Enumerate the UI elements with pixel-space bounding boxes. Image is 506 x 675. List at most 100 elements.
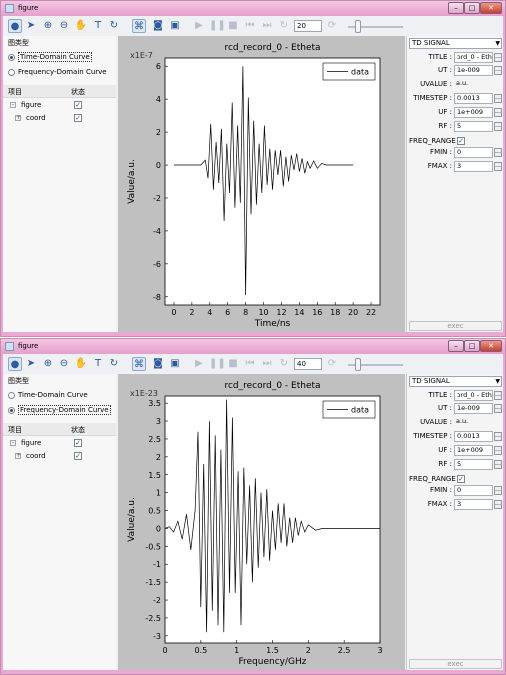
stop-icon[interactable]: ■ [226, 19, 240, 33]
redo-icon[interactable]: ⟳ [325, 357, 339, 371]
rotate-icon[interactable]: ↻ [107, 19, 121, 33]
title-bar[interactable]: figure – □ ✕ [1, 1, 505, 16]
rotate-icon[interactable]: ↻ [107, 357, 121, 371]
property-value[interactable]: 0 [454, 485, 493, 496]
tree-checkbox[interactable]: ✓ [74, 439, 82, 447]
tree-row-coord[interactable]: + coord ✓ [3, 112, 116, 125]
property-value[interactable]: 1e-009 [454, 403, 493, 414]
property-value[interactable]: 0.0013 [454, 93, 493, 104]
tree-row-coord[interactable]: + coord ✓ [3, 450, 116, 463]
last-frame-icon[interactable]: ⏭ [260, 19, 274, 33]
pointer-icon[interactable]: ➤ [24, 19, 38, 33]
first-frame-icon[interactable]: ⏮ [243, 19, 257, 33]
ellipsis-button[interactable]: … [494, 460, 502, 469]
network-icon[interactable]: ⌘ [132, 19, 146, 33]
ellipsis-button[interactable]: … [494, 53, 502, 62]
ellipsis-button[interactable]: … [494, 446, 502, 455]
freq-range-row[interactable]: FREQ_RANGE ✓ [409, 135, 504, 147]
maximize-button[interactable]: □ [464, 2, 480, 14]
tree-checkbox[interactable]: ✓ [74, 452, 82, 460]
save-icon[interactable]: ▣ [168, 19, 182, 33]
pan-hand-icon[interactable]: ✋ [74, 357, 88, 371]
signal-type-select[interactable]: TD SIGNAL ▼ [409, 38, 502, 49]
redo-icon[interactable]: ⟳ [325, 19, 339, 33]
tree-row-figure[interactable]: – figure ✓ [3, 99, 116, 112]
zoom-in-icon[interactable]: ⊕ [41, 357, 55, 371]
text-tool-icon[interactable]: T [91, 357, 105, 371]
expand-icon[interactable]: + [15, 453, 21, 459]
ellipsis-button[interactable]: … [494, 432, 502, 441]
radio-dot[interactable] [8, 69, 15, 76]
ellipsis-button[interactable]: … [494, 404, 502, 413]
property-value[interactable]: 5 [454, 121, 493, 132]
refresh-icon[interactable]: ↻ [277, 357, 291, 371]
network-icon[interactable]: ⌘ [132, 357, 146, 371]
zoom-in-icon[interactable]: ⊕ [41, 19, 55, 33]
zoom-out-icon[interactable]: ⊖ [57, 357, 71, 371]
zoom-input[interactable]: 40 [294, 358, 322, 370]
tree-checkbox[interactable]: ✓ [74, 114, 82, 122]
ellipsis-button[interactable]: … [494, 486, 502, 495]
maximize-button[interactable]: □ [464, 340, 480, 352]
property-value[interactable]: ɔrd_0 - Etheta [454, 52, 493, 63]
title-bar[interactable]: figure – □ ✕ [1, 339, 505, 354]
text-tool-icon[interactable]: T [91, 19, 105, 33]
camera-icon[interactable]: ◙ [151, 357, 165, 371]
slider-thumb[interactable] [355, 358, 361, 371]
save-icon[interactable]: ▣ [168, 357, 182, 371]
play-icon[interactable]: ▶ [192, 19, 206, 33]
property-value[interactable]: 1e+009 [454, 445, 493, 456]
pause-icon[interactable]: ❚❚ [209, 357, 226, 371]
zoom-out-icon[interactable]: ⊖ [57, 19, 71, 33]
property-value[interactable]: 3 [454, 161, 493, 172]
first-frame-icon[interactable]: ⏮ [243, 357, 257, 371]
radio-time-domain[interactable]: Time-Domain Curve [8, 52, 116, 64]
pause-icon[interactable]: ❚❚ [209, 19, 226, 33]
last-frame-icon[interactable]: ⏭ [260, 357, 274, 371]
property-value[interactable]: ɔrd_0 - Etheta [454, 390, 493, 401]
refresh-icon[interactable]: ↻ [277, 19, 291, 33]
radio-dot[interactable] [8, 392, 15, 399]
expand-icon[interactable]: + [15, 115, 21, 121]
close-button[interactable]: ✕ [480, 340, 502, 352]
property-value[interactable]: 1e+009 [454, 107, 493, 118]
minimize-button[interactable]: – [448, 340, 464, 352]
slider-thumb[interactable] [355, 20, 361, 33]
mouse-icon[interactable]: ● [8, 19, 22, 33]
ellipsis-button[interactable]: … [494, 122, 502, 131]
camera-icon[interactable]: ◙ [151, 19, 165, 33]
close-button[interactable]: ✕ [480, 2, 502, 14]
property-value[interactable]: a.u. [454, 79, 493, 90]
pointer-icon[interactable]: ➤ [24, 357, 38, 371]
signal-type-select[interactable]: TD SIGNAL ▼ [409, 376, 502, 387]
freq-range-checkbox[interactable]: ✓ [457, 137, 465, 145]
exec-button[interactable]: exec [409, 321, 502, 331]
exec-button[interactable]: exec [409, 659, 502, 669]
ellipsis-button[interactable]: … [494, 391, 502, 400]
radio-time-domain[interactable]: Time-Domain Curve [8, 390, 116, 402]
ellipsis-button[interactable]: … [494, 108, 502, 117]
ellipsis-button[interactable]: … [494, 94, 502, 103]
minimize-button[interactable]: – [448, 2, 464, 14]
ellipsis-button[interactable]: … [494, 66, 502, 75]
radio-dot[interactable] [8, 54, 15, 61]
freq-range-row[interactable]: FREQ_RANGE ✓ [409, 473, 504, 485]
property-value[interactable]: 3 [454, 499, 493, 510]
property-value[interactable]: 0.0013 [454, 431, 493, 442]
ellipsis-button[interactable]: … [494, 162, 502, 171]
ellipsis-button[interactable]: … [494, 500, 502, 509]
radio-frequency-domain[interactable]: Frequency-Domain Curve [8, 405, 116, 417]
property-value[interactable]: a.u. [454, 417, 493, 428]
stop-icon[interactable]: ■ [226, 357, 240, 371]
tree-checkbox[interactable]: ✓ [74, 101, 82, 109]
ellipsis-button[interactable]: … [494, 148, 502, 157]
freq-range-checkbox[interactable]: ✓ [457, 475, 465, 483]
property-value[interactable]: 0 [454, 147, 493, 158]
radio-dot[interactable] [8, 407, 15, 414]
zoom-input[interactable]: 20 [294, 20, 322, 32]
mouse-icon[interactable]: ● [8, 357, 22, 371]
collapse-icon[interactable]: – [10, 102, 16, 108]
play-icon[interactable]: ▶ [192, 357, 206, 371]
collapse-icon[interactable]: – [10, 440, 16, 446]
pan-hand-icon[interactable]: ✋ [74, 19, 88, 33]
